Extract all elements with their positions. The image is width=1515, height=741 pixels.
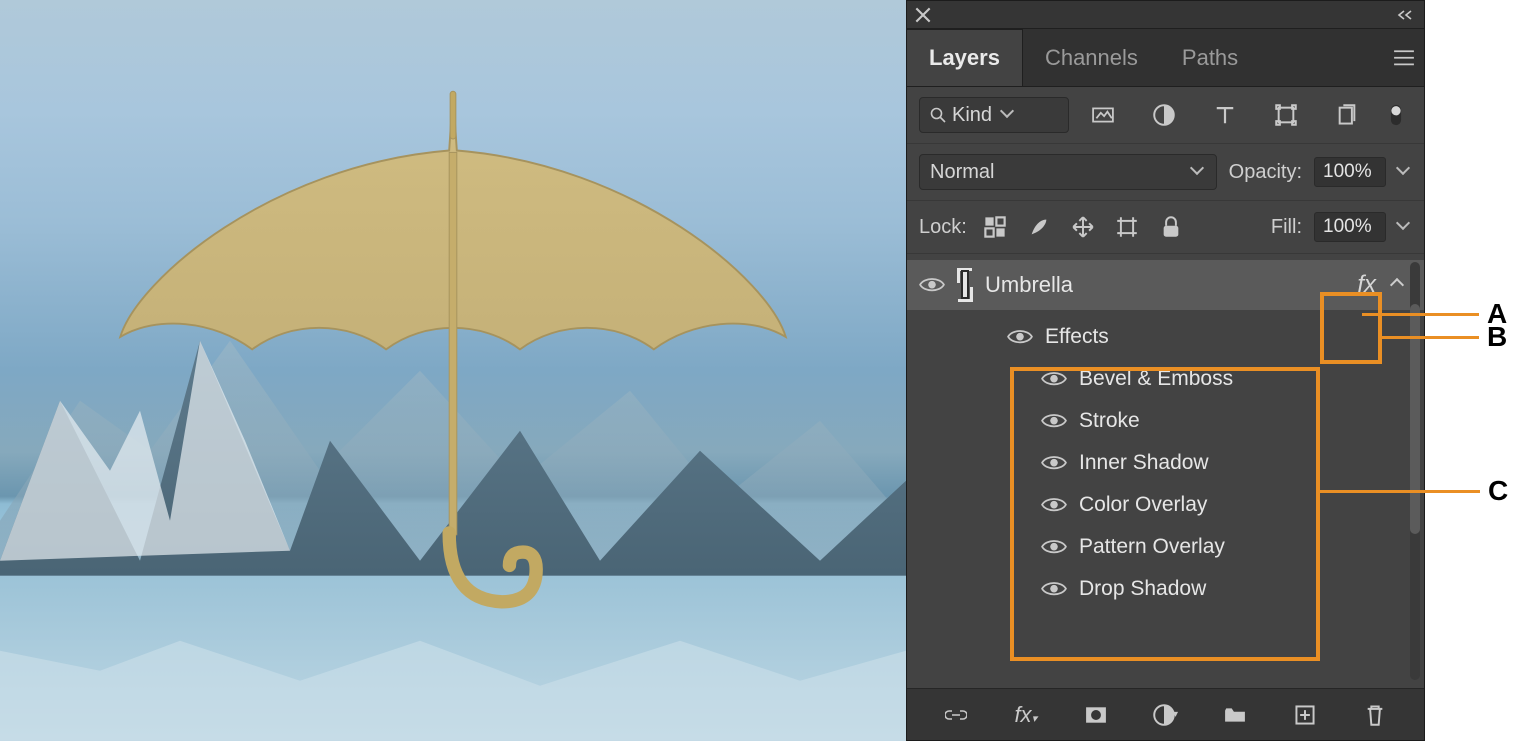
opacity-label: Opacity: bbox=[1229, 161, 1302, 184]
fill-label: Fill: bbox=[1271, 216, 1302, 239]
visibility-toggle-icon[interactable] bbox=[919, 272, 945, 298]
new-adjustment-layer-icon[interactable]: ▾ bbox=[1145, 699, 1185, 731]
visibility-toggle-icon[interactable] bbox=[1041, 492, 1067, 518]
lock-transparency-icon[interactable] bbox=[979, 211, 1011, 243]
opacity-value: 100% bbox=[1323, 161, 1372, 182]
effect-label: Bevel & Emboss bbox=[1079, 367, 1233, 391]
effect-item[interactable]: Drop Shadow bbox=[1031, 568, 1424, 610]
visibility-toggle-icon[interactable] bbox=[1041, 534, 1067, 560]
effect-label: Stroke bbox=[1079, 409, 1140, 433]
filter-row: Kind bbox=[907, 87, 1424, 144]
effect-item[interactable]: Pattern Overlay bbox=[1031, 526, 1424, 568]
filter-shape-icon[interactable] bbox=[1270, 99, 1302, 131]
panel-titlebar bbox=[907, 1, 1424, 29]
layers-list: Umbrella fx Effects Bevel & Emboss Strok… bbox=[907, 254, 1424, 688]
effect-item[interactable]: Bevel & Emboss bbox=[1031, 358, 1424, 400]
layer-thumbnail[interactable] bbox=[959, 270, 971, 300]
callout-label-b: B bbox=[1487, 321, 1507, 353]
filter-type-icon[interactable] bbox=[1209, 99, 1241, 131]
filter-toggle-switch[interactable] bbox=[1380, 99, 1412, 131]
filter-pixel-icon[interactable] bbox=[1087, 99, 1119, 131]
lock-position-icon[interactable] bbox=[1067, 211, 1099, 243]
panel-tabs: Layers Channels Paths bbox=[907, 29, 1424, 87]
visibility-toggle-icon[interactable] bbox=[1007, 324, 1033, 350]
chevron-up-icon bbox=[1392, 280, 1402, 290]
tab-channels[interactable]: Channels bbox=[1023, 29, 1160, 86]
lock-artboard-icon[interactable] bbox=[1111, 211, 1143, 243]
panel-menu-icon[interactable] bbox=[1384, 49, 1424, 67]
visibility-toggle-icon[interactable] bbox=[1041, 450, 1067, 476]
tab-label: Layers bbox=[929, 45, 1000, 71]
scrollbar[interactable] bbox=[1410, 262, 1420, 680]
visibility-toggle-icon[interactable] bbox=[1041, 408, 1067, 434]
lock-pixels-icon[interactable] bbox=[1023, 211, 1055, 243]
chevron-down-icon[interactable] bbox=[1398, 220, 1412, 234]
lock-fill-row: Lock: Fill: 100% bbox=[907, 201, 1424, 254]
close-icon[interactable] bbox=[915, 7, 931, 23]
tab-label: Channels bbox=[1045, 45, 1138, 71]
layer-row[interactable]: Umbrella fx bbox=[907, 260, 1424, 310]
layer-effects-list: Effects Bevel & Emboss Stroke Inner Shad… bbox=[997, 316, 1424, 616]
add-layer-mask-icon[interactable] bbox=[1076, 699, 1116, 731]
effect-label: Inner Shadow bbox=[1079, 451, 1209, 475]
effect-label: Pattern Overlay bbox=[1079, 535, 1225, 559]
chevron-down-icon bbox=[1192, 165, 1206, 179]
visibility-toggle-icon[interactable] bbox=[1041, 366, 1067, 392]
chevron-down-icon bbox=[1002, 108, 1016, 122]
panel-bottom-toolbar: fx▾ ▾ bbox=[907, 688, 1424, 740]
callout-line-b bbox=[1382, 336, 1479, 339]
lock-all-icon[interactable] bbox=[1155, 211, 1187, 243]
canvas-umbrella bbox=[100, 74, 807, 667]
opacity-input[interactable]: 100% bbox=[1314, 157, 1386, 187]
fill-value: 100% bbox=[1323, 216, 1372, 237]
effects-heading-row[interactable]: Effects bbox=[997, 316, 1424, 358]
filter-kind-label: Kind bbox=[952, 104, 992, 127]
layers-panel: Layers Channels Paths Kind Normal bbox=[906, 0, 1425, 741]
effect-label: Drop Shadow bbox=[1079, 577, 1206, 601]
layer-name-label[interactable]: Umbrella bbox=[985, 272, 1343, 298]
chevron-down-icon[interactable] bbox=[1398, 165, 1412, 179]
document-canvas bbox=[0, 0, 906, 741]
visibility-toggle-icon[interactable] bbox=[1041, 576, 1067, 602]
filter-smartobj-icon[interactable] bbox=[1331, 99, 1363, 131]
link-layers-icon[interactable] bbox=[936, 699, 976, 731]
add-layer-style-icon[interactable]: fx▾ bbox=[1006, 699, 1046, 731]
effects-heading-label: Effects bbox=[1045, 325, 1109, 349]
lock-label: Lock: bbox=[919, 216, 967, 239]
blend-mode-select[interactable]: Normal bbox=[919, 154, 1217, 190]
callout-label-c: C bbox=[1488, 475, 1508, 507]
collapse-icon[interactable] bbox=[1396, 7, 1416, 23]
tab-paths[interactable]: Paths bbox=[1160, 29, 1260, 86]
blend-mode-value: Normal bbox=[930, 161, 994, 184]
effects-collapse-toggle[interactable] bbox=[1388, 280, 1406, 290]
new-layer-icon[interactable] bbox=[1285, 699, 1325, 731]
filter-adjustment-icon[interactable] bbox=[1148, 99, 1180, 131]
tab-label: Paths bbox=[1182, 45, 1238, 71]
callout-line-c bbox=[1320, 490, 1480, 493]
blend-opacity-row: Normal Opacity: 100% bbox=[907, 144, 1424, 201]
fx-indicator-icon[interactable]: fx bbox=[1357, 271, 1376, 299]
filter-kind-select[interactable]: Kind bbox=[919, 97, 1069, 133]
callout-line-a bbox=[1362, 313, 1479, 316]
new-group-icon[interactable] bbox=[1215, 699, 1255, 731]
fill-input[interactable]: 100% bbox=[1314, 212, 1386, 242]
effect-item[interactable]: Stroke bbox=[1031, 400, 1424, 442]
effect-label: Color Overlay bbox=[1079, 493, 1207, 517]
effect-item[interactable]: Inner Shadow bbox=[1031, 442, 1424, 484]
delete-layer-icon[interactable] bbox=[1355, 699, 1395, 731]
tab-layers[interactable]: Layers bbox=[907, 29, 1023, 86]
